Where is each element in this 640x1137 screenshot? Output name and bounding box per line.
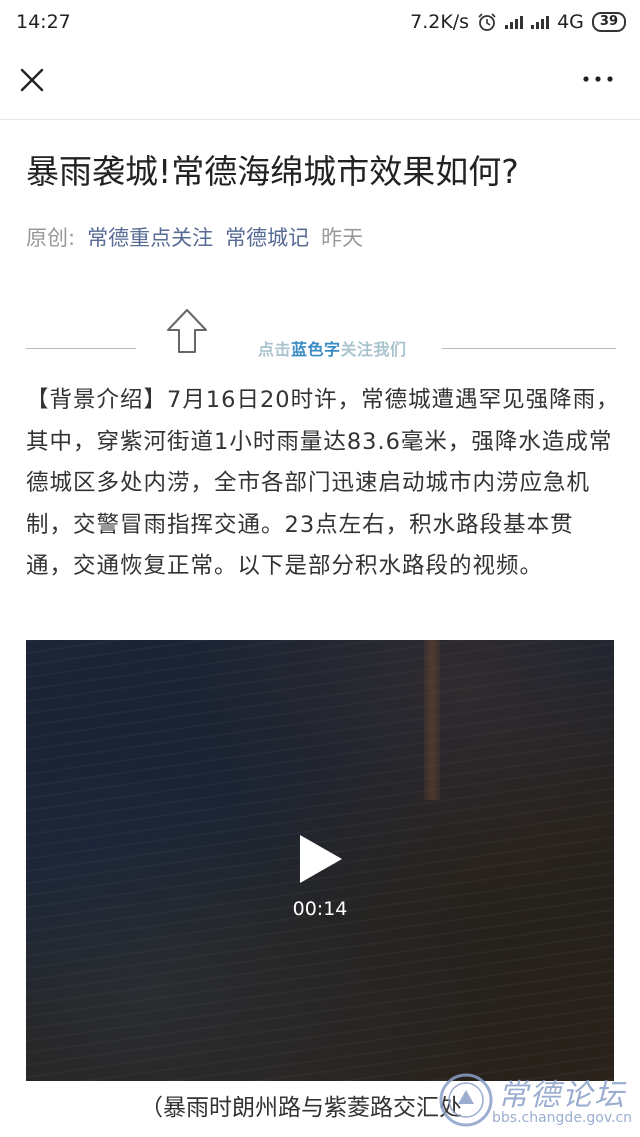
net-speed: 7.2K/s [410, 11, 470, 33]
follow-text[interactable]: 点击蓝色字关注我们 [258, 336, 407, 360]
video-duration: 00:14 [292, 898, 348, 920]
battery-level: 39 [599, 14, 618, 29]
follow-pre: 点击 [258, 340, 292, 359]
article-meta: 原创: 常德重点关注 常德城记 昨天 [26, 222, 363, 252]
follow-highlight: 蓝色字 [291, 340, 341, 359]
forum-logo-icon [439, 1073, 493, 1127]
play-icon[interactable] [298, 833, 344, 885]
signal-icon [531, 15, 550, 29]
account-link[interactable]: 常德城记 [225, 222, 309, 252]
article-title: 暴雨袭城!常德海绵城市效果如何? [26, 152, 519, 191]
video-caption: （暴雨时朗州路与紫菱路交汇处 [140, 1095, 462, 1121]
status-bar: 14:27 7.2K/s 4G 39 [0, 0, 640, 44]
battery-icon: 39 [591, 12, 626, 32]
video-player[interactable]: 00:14 [26, 640, 614, 1081]
close-icon[interactable] [14, 62, 50, 98]
watermark: 常德论坛 bbs.changde.gov.cn [432, 1068, 632, 1134]
nav-bar [0, 44, 640, 120]
author-link[interactable]: 常德重点关注 [87, 222, 213, 252]
video-frame-detail [424, 640, 440, 800]
divider-line [26, 348, 136, 349]
watermark-title: 常德论坛 [498, 1078, 626, 1113]
publish-date: 昨天 [321, 226, 364, 250]
up-arrow-icon[interactable] [162, 306, 212, 356]
divider-line [442, 348, 616, 349]
status-icons: 7.2K/s 4G 39 [410, 11, 626, 33]
network-type: 4G [557, 11, 584, 33]
article-body: 【背景介绍】7月16日20时许，常德城遭遇罕见强降雨，其中，穿紫河街道1小时雨量… [26, 387, 620, 579]
status-time: 14:27 [16, 11, 71, 33]
watermark-url: bbs.changde.gov.cn [492, 1110, 633, 1126]
alarm-icon [478, 13, 496, 31]
original-label: 原创: [26, 226, 76, 250]
follow-post: 关注我们 [340, 340, 407, 359]
more-icon[interactable] [578, 64, 618, 94]
signal-icon [505, 15, 524, 29]
follow-banner: 点击蓝色字关注我们 [26, 304, 616, 364]
